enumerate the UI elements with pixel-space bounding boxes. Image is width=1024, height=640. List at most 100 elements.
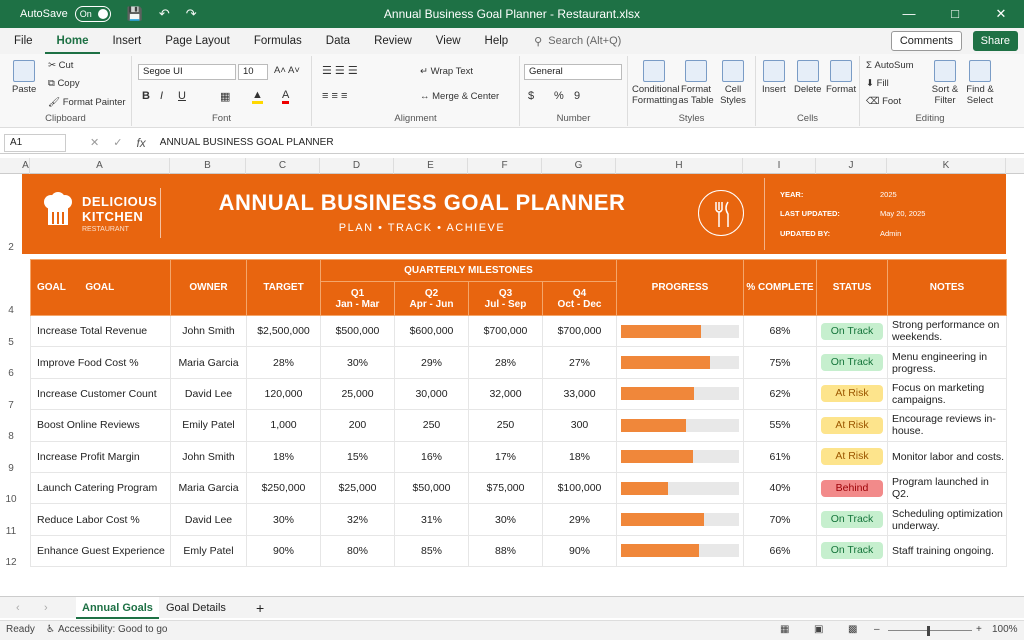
currency-button[interactable]: $ — [528, 90, 534, 102]
complete-cell[interactable]: 68% — [743, 314, 817, 348]
row-number[interactable]: 7 — [0, 400, 22, 411]
align-top-icon[interactable]: ☰ ☰ ☰ — [322, 64, 358, 77]
zoom-slider-thumb[interactable] — [927, 626, 930, 636]
q1-cell[interactable]: 200 — [320, 409, 395, 442]
notes-cell[interactable]: Menu engineering in progress. — [887, 346, 1007, 379]
page-layout-icon[interactable]: ▣ — [814, 624, 823, 635]
progress-cell[interactable] — [616, 471, 744, 505]
q2-cell[interactable]: 29% — [394, 346, 469, 379]
q4-cell[interactable]: 18% — [542, 440, 617, 473]
complete-cell[interactable]: 40% — [743, 471, 817, 505]
column-header[interactable]: F — [468, 158, 542, 174]
progress-cell[interactable] — [616, 346, 744, 379]
status-cell[interactable]: On Track — [816, 534, 888, 568]
status-cell[interactable]: On Track — [816, 314, 888, 348]
column-header[interactable]: B — [170, 158, 246, 174]
share-button[interactable]: Share — [972, 31, 1018, 51]
italic-button[interactable]: I — [160, 90, 163, 102]
column-header[interactable]: H — [616, 158, 743, 174]
goal-cell[interactable]: Enhance Guest Experience — [30, 534, 171, 568]
q4-cell[interactable]: 29% — [542, 503, 617, 536]
align-left-icon[interactable]: ≡ ≡ ≡ — [322, 90, 347, 102]
goal-cell[interactable]: Improve Food Cost % — [30, 346, 171, 379]
column-header[interactable]: K — [887, 158, 1006, 174]
paste-button[interactable]: Paste — [12, 60, 36, 95]
q2-cell[interactable]: 16% — [394, 440, 469, 473]
target-header[interactable]: TARGET — [246, 259, 321, 316]
q3-cell[interactable]: 28% — [468, 346, 543, 379]
format-painter-button[interactable]: 🖌 Format Painter — [48, 97, 126, 108]
q4-cell[interactable]: 300 — [542, 409, 617, 442]
comments-button[interactable]: Comments — [890, 31, 962, 51]
progress-header[interactable]: PROGRESS — [616, 259, 744, 316]
fx-icon[interactable]: fx — [136, 136, 145, 150]
notes-cell[interactable]: Encourage reviews in-house. — [887, 409, 1007, 442]
page-break-icon[interactable]: ▩ — [848, 624, 857, 635]
zoom-level[interactable]: 100% — [992, 624, 1018, 635]
notes-cell[interactable]: Strong performance on weekends. — [887, 314, 1007, 348]
tab-home[interactable]: Home — [44, 28, 101, 54]
borders-icon[interactable]: ▦ — [220, 90, 230, 103]
target-cell[interactable]: 28% — [246, 346, 321, 379]
notes-header[interactable]: NOTES — [887, 259, 1007, 316]
maximize-icon[interactable]: □ — [932, 0, 978, 28]
font-size-select[interactable]: 10 — [238, 64, 268, 80]
target-cell[interactable]: 90% — [246, 534, 321, 568]
notes-cell[interactable]: Staff training ongoing. — [887, 534, 1007, 568]
q1-cell[interactable]: 30% — [320, 346, 395, 379]
notes-cell[interactable]: Program launched in Q2. — [887, 471, 1007, 505]
tab-insert[interactable]: Insert — [100, 28, 153, 54]
accessibility-status[interactable]: Accessibility: Good to go — [58, 624, 168, 635]
sort-filter-button[interactable]: Sort & Filter — [930, 60, 960, 106]
sheet-tab-goal-details[interactable]: Goal Details — [160, 597, 232, 619]
target-cell[interactable]: 18% — [246, 440, 321, 473]
column-header[interactable]: J — [816, 158, 887, 174]
owner-cell[interactable]: Maria Garcia — [170, 471, 247, 505]
progress-cell[interactable] — [616, 534, 744, 568]
q4-cell[interactable]: $700,000 — [542, 314, 617, 348]
q1-cell[interactable]: 80% — [320, 534, 395, 568]
format-as-table-button[interactable]: Format as Table — [678, 60, 714, 106]
goal-cell[interactable]: Launch Catering Program — [30, 471, 171, 505]
merge-center-button[interactable]: ↔ Merge & Center — [420, 91, 499, 102]
font-color-icon[interactable]: A — [282, 89, 290, 104]
owner-cell[interactable]: Emily Patel — [170, 409, 247, 442]
q3-cell[interactable]: $75,000 — [468, 471, 543, 505]
row-number[interactable]: 9 — [0, 463, 22, 474]
owner-cell[interactable]: David Lee — [170, 503, 247, 536]
q2-cell[interactable]: 250 — [394, 409, 469, 442]
owner-cell[interactable]: David Lee — [170, 377, 247, 411]
column-header[interactable]: A — [30, 158, 170, 174]
normal-view-icon[interactable]: ▦ — [780, 624, 789, 635]
column-header[interactable]: C — [246, 158, 320, 174]
zoom-out-icon[interactable]: – — [874, 624, 880, 635]
notes-cell[interactable]: Monitor labor and costs. — [887, 440, 1007, 473]
tab-formulas[interactable]: Formulas — [242, 28, 314, 54]
q2-cell[interactable]: $600,000 — [394, 314, 469, 348]
copy-button[interactable]: ⧉ Copy — [48, 78, 80, 89]
format-cells-button[interactable]: Format — [826, 60, 856, 95]
search-box[interactable]: ⚲ Search (Alt+Q) — [534, 35, 621, 48]
column-header[interactable]: D — [320, 158, 394, 174]
autosave-toggle[interactable]: On — [74, 6, 111, 22]
q4-cell[interactable]: 90% — [542, 534, 617, 568]
redo-icon[interactable]: ↷ — [186, 6, 197, 22]
wrap-text-button[interactable]: ↵ Wrap Text — [420, 66, 473, 77]
fill-button[interactable]: ⬇ Fill — [866, 78, 889, 89]
insert-cells-button[interactable]: Insert — [762, 60, 786, 95]
owner-header[interactable]: OWNER — [170, 259, 247, 316]
owner-cell[interactable]: John Smith — [170, 314, 247, 348]
goal-cell[interactable]: Increase Total Revenue — [30, 314, 171, 348]
goal-cell[interactable]: Increase Profit Margin — [30, 440, 171, 473]
quarter-header[interactable]: Q4 Oct - Dec — [542, 281, 617, 316]
cell-styles-button[interactable]: Cell Styles — [718, 60, 748, 106]
quarter-header[interactable]: Q3 Jul - Sep — [468, 281, 543, 316]
percent-button[interactable]: % — [554, 90, 564, 102]
q3-cell[interactable]: 30% — [468, 503, 543, 536]
target-cell[interactable]: 1,000 — [246, 409, 321, 442]
clear-button[interactable]: ⌫ Foot — [866, 96, 901, 107]
find-select-button[interactable]: Find & Select — [964, 60, 996, 106]
fill-color-icon[interactable]: ▲ — [252, 89, 263, 104]
complete-cell[interactable]: 70% — [743, 503, 817, 536]
conditional-formatting-button[interactable]: Conditional Formatting — [632, 60, 680, 106]
